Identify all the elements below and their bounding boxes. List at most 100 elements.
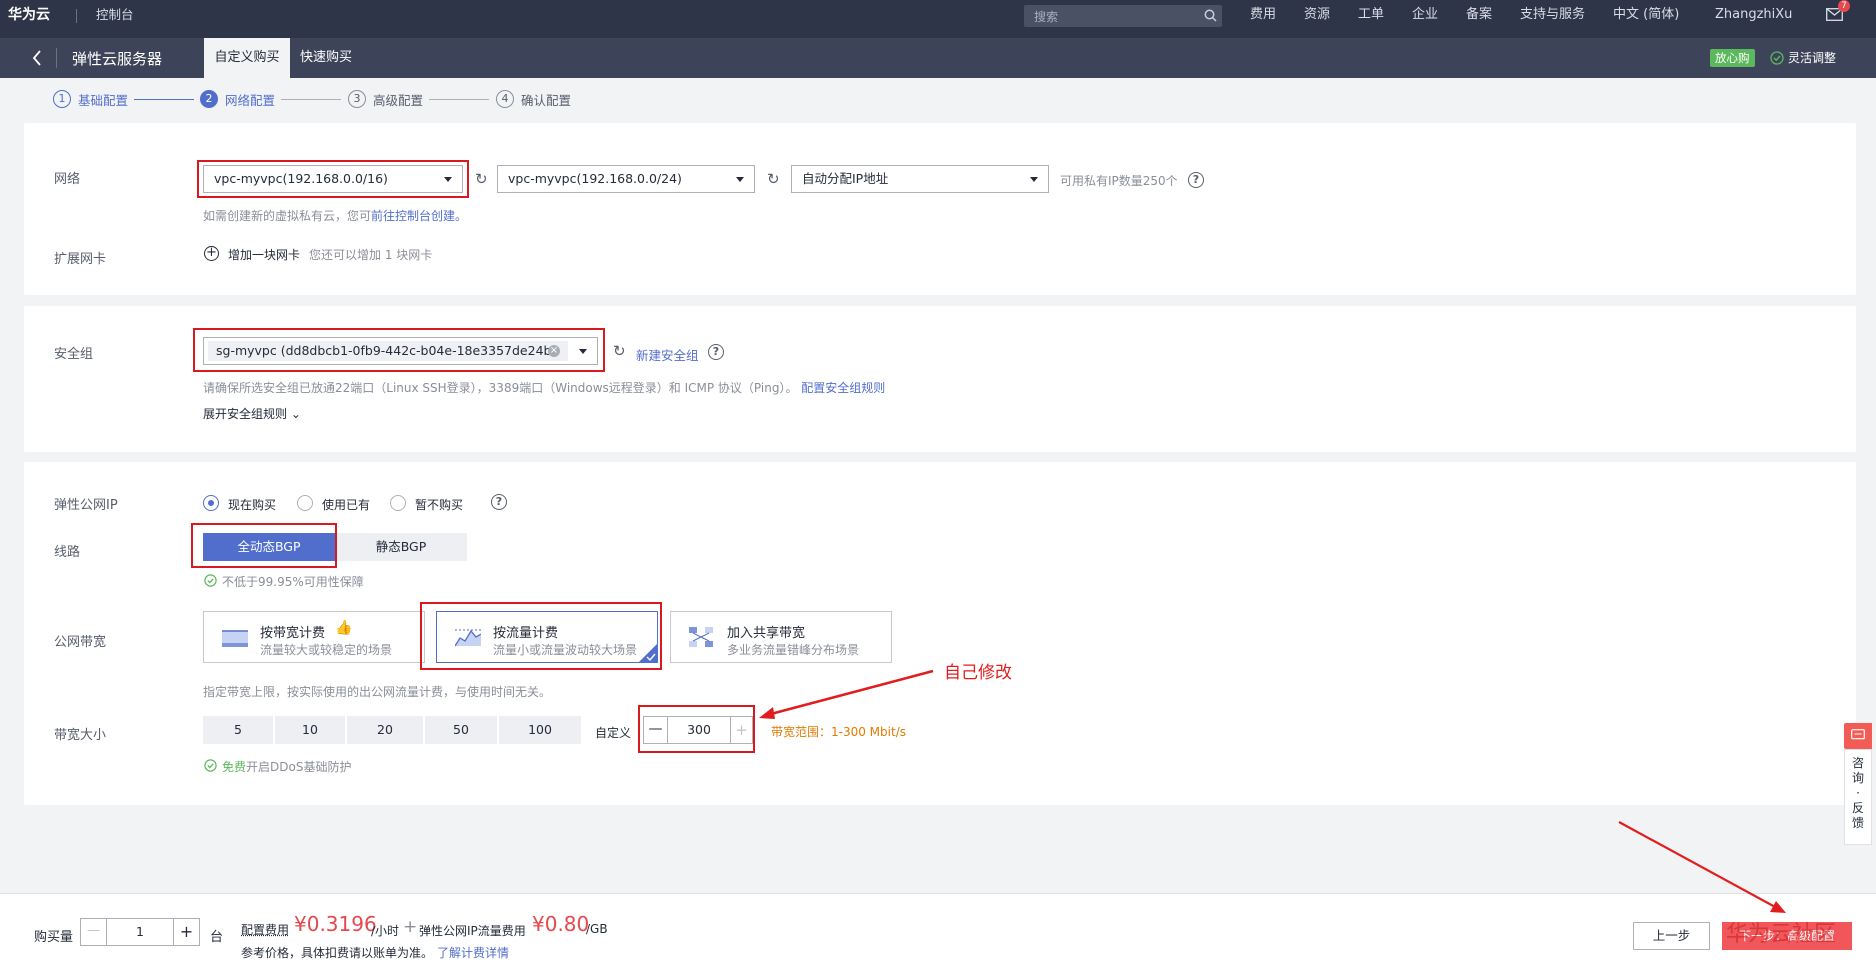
price-note: 参考价格，具体扣费请以账单为准。 xyxy=(241,946,434,960)
vpc-select[interactable]: vpc-myvpc(192.168.0.0/16) xyxy=(203,165,463,193)
divider xyxy=(56,48,57,68)
pricing-details-link[interactable]: 了解计费详情 xyxy=(437,944,509,961)
step-1-label[interactable]: 基础配置 xyxy=(78,90,128,109)
nav-username[interactable]: ZhangzhiXu xyxy=(1715,0,1792,38)
nav-ticket[interactable]: 工单 xyxy=(1358,0,1384,38)
prev-step-button[interactable]: 上一步 xyxy=(1633,922,1710,950)
ddos-text: 开启DDoS基础防护 xyxy=(246,760,352,774)
line-label: 线路 xyxy=(54,545,81,560)
line-static-bgp[interactable]: 静态BGP xyxy=(335,533,467,561)
config-price: ¥0.3196 xyxy=(294,912,377,936)
bw-size-100[interactable]: 100 xyxy=(499,716,581,744)
traffic-chart-icon xyxy=(455,629,481,647)
bw-card-by-traffic[interactable]: 按流量计费 流量小或流量波动较大场景 xyxy=(436,611,658,663)
step-connector xyxy=(134,99,194,100)
radio-buy-now-label[interactable]: 现在购买 xyxy=(228,496,276,513)
help-icon[interactable]: ? xyxy=(708,344,724,360)
configure-rules-link[interactable]: 配置安全组规则 xyxy=(801,381,885,395)
bandwidth-range: 带宽范围：1-300 Mbit/s xyxy=(771,725,906,739)
nav-resource[interactable]: 资源 xyxy=(1304,0,1330,38)
bandwidth-label: 公网带宽 xyxy=(54,635,107,650)
step-3-label: 高级配置 xyxy=(373,93,424,108)
top-navigation-bar: 华为云 控制台 搜索 费用 资源 工单 企业 备案 支持与服务 中文 (简体) … xyxy=(0,0,1876,38)
new-security-group-text: 新建安全组 xyxy=(636,348,699,363)
refresh-icon[interactable]: ↻ xyxy=(613,342,626,360)
new-security-group-link[interactable]: 新建安全组 xyxy=(636,345,699,364)
line-dynamic-bgp[interactable]: 全动态BGP xyxy=(203,533,335,561)
check-circle-icon xyxy=(1770,51,1784,65)
nav-fee[interactable]: 费用 xyxy=(1250,0,1276,38)
eip-price: ¥0.80 xyxy=(532,912,590,936)
plus-button[interactable]: + xyxy=(730,717,752,743)
console-link[interactable]: 控制台 xyxy=(96,0,134,38)
divider xyxy=(76,9,77,23)
help-icon[interactable]: ? xyxy=(491,494,507,510)
bw-card-title: 加入共享带宽 xyxy=(727,626,806,641)
chevron-down-icon xyxy=(1030,177,1038,182)
extended-nic-label: 扩展网卡 xyxy=(54,252,107,267)
radio-use-existing[interactable] xyxy=(297,495,313,511)
back-arrow-icon[interactable] xyxy=(32,50,42,66)
subnet-select[interactable]: vpc-myvpc(192.168.0.0/24) xyxy=(497,165,755,193)
bw-card-sub: 流量小或流量波动较大场景 xyxy=(493,643,638,657)
brand-logo[interactable]: 华为云 xyxy=(8,0,50,38)
nav-filing[interactable]: 备案 xyxy=(1466,0,1492,38)
minus-button[interactable]: — xyxy=(644,717,668,743)
quantity-plus-button[interactable]: + xyxy=(173,919,199,945)
service-header: 弹性云服务器 自定义购买 快速购买 放心购 灵活调整 xyxy=(0,38,1876,78)
clear-icon[interactable]: × xyxy=(548,345,560,357)
ip-mode-select[interactable]: 自动分配IP地址 xyxy=(791,165,1049,193)
quantity-value[interactable]: 1 xyxy=(107,919,173,945)
bandwidth-value[interactable]: 300 xyxy=(668,717,730,743)
bw-size-50[interactable]: 50 xyxy=(425,716,497,744)
expand-rules-text: 展开安全组规则 xyxy=(203,407,288,421)
search-placeholder: 搜索 xyxy=(1034,10,1059,24)
quantity-minus-button[interactable]: — xyxy=(81,919,107,945)
bw-card-by-bandwidth[interactable]: 按带宽计费 👍 流量较大或较稳定的场景 xyxy=(203,611,425,663)
security-group-select[interactable]: sg-myvpc (dd8dbcb1-0fb9-442c-b04e-18e335… xyxy=(203,337,598,365)
plus-circle-icon[interactable]: + xyxy=(204,246,219,261)
ip-mode-value: 自动分配IP地址 xyxy=(802,171,889,186)
step-1-number: 1 xyxy=(53,90,71,108)
flex-adjust-link[interactable]: 灵活调整 xyxy=(1788,49,1836,66)
bw-size-10[interactable]: 10 xyxy=(275,716,345,744)
search-icon[interactable] xyxy=(1204,9,1217,22)
checkout-bar: 购买量 — 1 + 台 配置费用 ¥0.3196 /小时 + 弹性公网IP流量费… xyxy=(0,893,1876,973)
tab-custom-buy[interactable]: 自定义购买 xyxy=(204,38,290,78)
security-hint-text: 请确保所选安全组已放通22端口（Linux SSH登录），3389端口（Wind… xyxy=(203,381,798,395)
refresh-icon[interactable]: ↻ xyxy=(475,170,488,188)
feedback-tab[interactable]: 咨 询 · 反 馈 xyxy=(1844,749,1872,845)
annotation-text: 自己修改 xyxy=(944,663,1012,683)
check-circle-icon xyxy=(204,574,217,587)
bw-card-sub: 多业务流量错峰分布场景 xyxy=(727,643,860,657)
feedback-icon-box[interactable] xyxy=(1844,723,1872,749)
vpc-value: vpc-myvpc(192.168.0.0/16) xyxy=(214,171,388,186)
bw-size-5[interactable]: 5 xyxy=(203,716,273,744)
security-group-tag: sg-myvpc (dd8dbcb1-0fb9-442c-b04e-18e335… xyxy=(208,341,568,361)
quantity-stepper[interactable]: — 1 + xyxy=(80,918,200,946)
radio-buy-now[interactable] xyxy=(203,495,219,511)
create-vpc-link[interactable]: 前往控制台创建。 xyxy=(371,209,467,223)
config-fee-label[interactable]: 配置费用 xyxy=(241,921,289,938)
step-connector xyxy=(281,99,341,100)
add-nic-button[interactable]: 增加一块网卡 xyxy=(228,246,300,263)
bw-card-shared[interactable]: 加入共享带宽 多业务流量错峰分布场景 xyxy=(670,611,892,663)
nav-language[interactable]: 中文 (简体) xyxy=(1613,0,1679,38)
nav-support[interactable]: 支持与服务 xyxy=(1520,0,1585,38)
bandwidth-stepper[interactable]: — 300 + xyxy=(643,716,753,744)
bw-size-20[interactable]: 20 xyxy=(347,716,423,744)
help-icon[interactable]: ? xyxy=(1188,172,1204,188)
security-group-value: sg-myvpc (dd8dbcb1-0fb9-442c-b04e-18e335… xyxy=(216,343,557,358)
tab-quick-buy[interactable]: 快速购买 xyxy=(300,38,352,78)
quantity-label: 购买量 xyxy=(34,930,74,945)
refresh-icon[interactable]: ↻ xyxy=(767,170,780,188)
nav-enterprise[interactable]: 企业 xyxy=(1412,0,1438,38)
step-4-label: 确认配置 xyxy=(521,93,572,108)
step-3-number: 3 xyxy=(348,90,366,108)
radio-no-buy-label[interactable]: 暂不购买 xyxy=(415,496,463,513)
feedback-char: 询 xyxy=(1851,771,1864,785)
radio-no-buy[interactable] xyxy=(390,495,406,511)
radio-use-existing-label[interactable]: 使用已有 xyxy=(322,496,370,513)
search-input[interactable]: 搜索 xyxy=(1024,5,1222,27)
expand-rules-toggle[interactable]: 展开安全组规则 ⌄ xyxy=(203,405,301,422)
